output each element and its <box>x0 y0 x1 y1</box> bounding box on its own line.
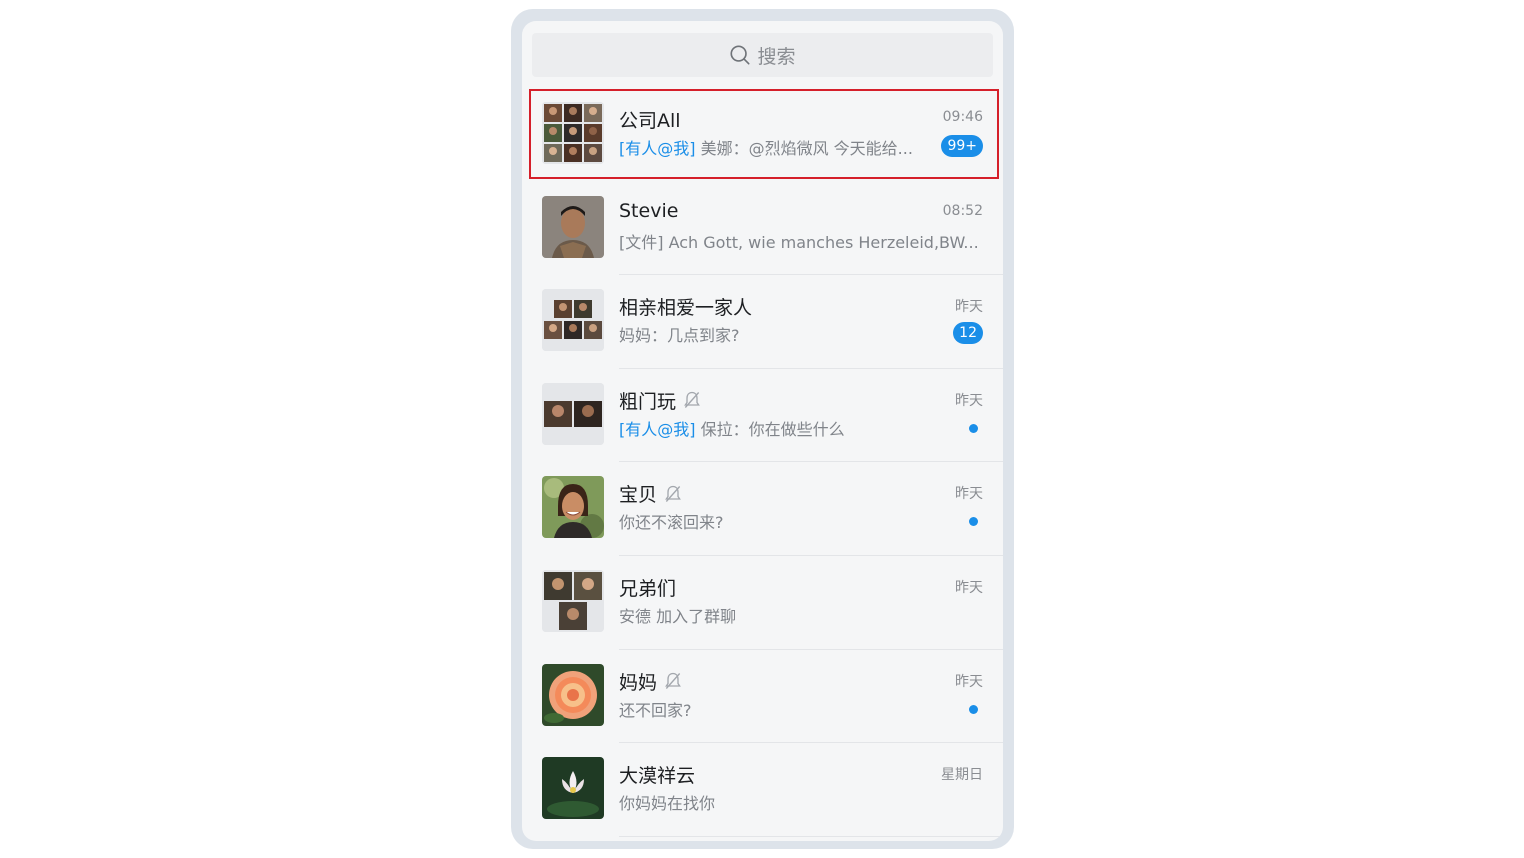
unread-badge: 12 <box>953 322 983 345</box>
group-avatar <box>542 382 604 445</box>
selection-highlight <box>529 89 999 179</box>
conversation-item[interactable]: 大漠祥云 星期日 你妈妈在找你 <box>522 743 1003 837</box>
conversation-item[interactable]: 宝贝 昨天 你还不滚回来? <box>522 462 1003 556</box>
conversation-name: 相亲相爱一家人 <box>619 297 753 320</box>
conversation-time: 昨天 <box>955 673 983 690</box>
conversation-time: 昨天 <box>955 392 983 409</box>
conversation-item[interactable]: 相亲相爱一家人 昨天 妈妈：几点到家? 12 <box>522 275 1003 369</box>
conversation-preview: 安德 加入了群聊 <box>619 606 737 626</box>
person-avatar <box>542 195 604 258</box>
mute-bell-icon <box>665 672 681 690</box>
conversation-preview: [文件] Ach Gott, wie manches Herzeleid,BW.… <box>619 232 979 252</box>
conversation-preview: 还不回家? <box>619 700 692 720</box>
conversation-time: 昨天 <box>955 579 983 596</box>
rose-avatar <box>542 663 604 726</box>
mention-tag: [有人@我] <box>619 419 696 439</box>
conversation-preview: 你还不滚回来? <box>619 513 724 533</box>
search-placeholder: 搜索 <box>757 45 796 68</box>
conversation-time: 星期日 <box>941 767 983 784</box>
mute-bell-icon <box>684 392 700 409</box>
group-avatar <box>542 569 604 632</box>
person-avatar <box>542 476 604 539</box>
conversation-time: 昨天 <box>955 299 983 316</box>
conversation-list: 公司All 09:46 [有人@我] 美娜：@烈焰微风 今天能给... 99+ <box>522 88 1003 837</box>
conversation-name: 兄弟们 <box>619 577 677 600</box>
chat-list-screen: 搜索 公司All 09:46 [有人@我] 美娜：@烈焰微风 今天能给... 9… <box>522 21 1003 841</box>
conversation-item[interactable]: 兄弟们 昨天 安德 加入了群聊 <box>522 556 1003 650</box>
conversation-preview: [有人@我] 保拉：你在做些什么 <box>619 419 845 439</box>
row-divider <box>619 835 1003 837</box>
search-bar[interactable]: 搜索 <box>532 33 993 77</box>
conversation-item[interactable]: 妈妈 昨天 还不回家? <box>522 650 1003 744</box>
conversation-item[interactable]: Stevie 08:52 [文件] Ach Gott, wie manches … <box>522 182 1003 276</box>
conversation-name: Stevie <box>619 199 679 222</box>
conversation-name: 宝贝 <box>619 480 683 507</box>
conversation-name: 粗门玩 <box>619 387 702 414</box>
search-icon <box>730 45 751 65</box>
unread-dot <box>969 704 978 714</box>
unread-dot <box>969 423 978 433</box>
conversation-time: 昨天 <box>955 486 983 503</box>
conversation-item[interactable]: 公司All 09:46 [有人@我] 美娜：@烈焰微风 今天能给... 99+ <box>522 88 1003 182</box>
phone-frame: 搜索 公司All 09:46 [有人@我] 美娜：@烈焰微风 今天能给... 9… <box>511 9 1014 849</box>
lotus-avatar <box>542 757 604 820</box>
group-avatar <box>542 289 604 352</box>
conversation-preview: 你妈妈在找你 <box>619 794 716 814</box>
conversation-name: 妈妈 <box>619 668 683 695</box>
conversation-preview: 妈妈：几点到家? <box>619 326 740 346</box>
conversation-name: 大漠祥云 <box>619 765 696 788</box>
conversation-time: 08:52 <box>942 202 983 219</box>
mute-bell-icon <box>665 485 681 502</box>
conversation-item[interactable]: 粗门玩 昨天 [有人@我] 保拉：你在做些什么 <box>522 369 1003 463</box>
